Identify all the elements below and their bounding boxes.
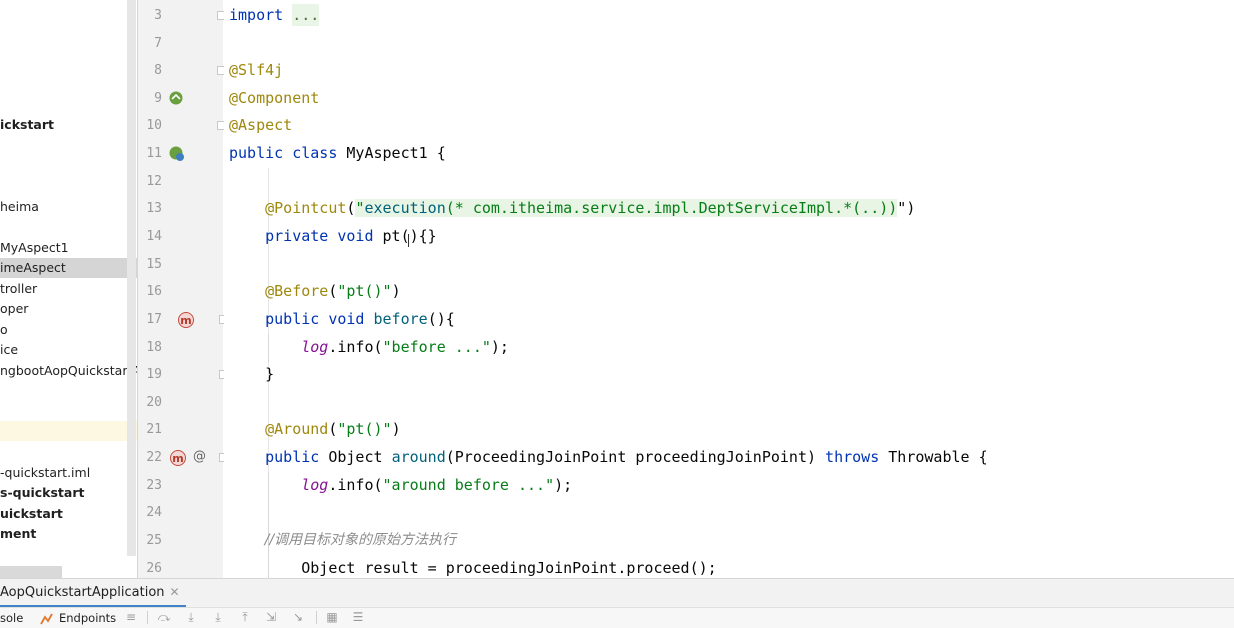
code-line-26: Object result = proceedingJoinPoint.proc… [229, 559, 717, 577]
line-number: 8 [154, 63, 162, 78]
evaluate-icon[interactable]: ↘ [291, 610, 305, 624]
line-number: 21 [146, 422, 162, 437]
code-line-11: public class MyAspect1 { [229, 144, 446, 162]
run-toolbar: sole Endpoints ≡ ⤼ ⤓ ⤓ ⤒ ⇲ ↘ ▦ ☰ [0, 607, 1234, 628]
show-execution-point-icon[interactable]: ⤼ [157, 610, 171, 624]
line-number: 22 [146, 450, 162, 465]
method-icon[interactable]: m [169, 449, 187, 467]
tree-item-module-c[interactable]: ment [0, 524, 36, 544]
tree-item-application[interactable]: ngbootAopQuickstartA [0, 361, 137, 381]
line-number: 17 [146, 312, 162, 327]
code-line-9: @Component [229, 89, 320, 107]
endpoints-tab[interactable]: Endpoints [59, 611, 116, 625]
at-sign-icon[interactable]: @ [193, 449, 206, 464]
run-tab-label: AopQuickstartApplication [0, 585, 165, 600]
tree-item-mapper[interactable]: oper [0, 299, 28, 319]
method-icon[interactable]: m [177, 311, 195, 329]
line-number: 25 [146, 533, 162, 548]
run-tab-bar: AopQuickstartApplication ✕ [0, 578, 1234, 608]
code-line-3: import ... [229, 4, 320, 26]
tree-item-myaspect1[interactable]: MyAspect1 [0, 238, 69, 258]
line-number: 18 [146, 340, 162, 355]
code-line-10: @Aspect [229, 116, 293, 134]
tree-item-pojo[interactable]: o [0, 320, 8, 340]
settings-icon[interactable]: ☰ [351, 610, 365, 624]
text-cursor [408, 234, 409, 247]
line-number: 24 [146, 505, 162, 520]
code-line-17: public void before(){ [265, 310, 455, 328]
code-line-23: log.info("around before ..."); [301, 476, 573, 494]
tree-item-module-b[interactable]: uickstart [0, 504, 63, 524]
run-to-cursor-icon[interactable]: ⇲ [264, 610, 278, 624]
code-line-25: //调用目标对象的原始方法执行 [229, 532, 457, 548]
line-number: 16 [146, 284, 162, 299]
tree-highlight-row [0, 421, 137, 441]
line-number: 11 [146, 146, 162, 161]
svg-text:m: m [180, 314, 191, 327]
line-number: 7 [154, 36, 162, 51]
code-line-8: @Slf4j [229, 61, 284, 79]
tree-item-quickstart[interactable]: ickstart [0, 115, 54, 135]
table-icon[interactable]: ▦ [325, 610, 339, 624]
line-number: 15 [146, 257, 162, 272]
code-line-21: @Around("pt()") [265, 420, 401, 438]
endpoints-icon [40, 613, 53, 625]
spring-aspect-icon[interactable] [168, 145, 185, 162]
step-over-icon[interactable]: ⤓ [184, 610, 198, 624]
menu-icon[interactable]: ≡ [124, 610, 138, 624]
tree-item-module-a[interactable]: s-quickstart [0, 483, 84, 503]
line-number: 19 [146, 367, 162, 382]
code-line-19: } [229, 365, 275, 383]
svg-text:m: m [172, 452, 183, 465]
toolbar-divider [147, 611, 148, 624]
run-tab[interactable]: AopQuickstartApplication ✕ [0, 579, 186, 608]
code-line-18: log.info("before ..."); [301, 338, 509, 356]
line-number: 23 [146, 478, 162, 493]
tree-item-controller[interactable]: troller [0, 279, 37, 299]
code-line-13: @Pointcut("execution(* com.itheima.servi… [265, 199, 916, 217]
tree-item-itheima[interactable]: heima [0, 197, 39, 217]
toolbar-divider [316, 611, 317, 624]
line-number: 9 [154, 91, 162, 106]
code-line-16: @Before("pt()") [265, 282, 401, 300]
spring-bean-icon[interactable] [168, 90, 184, 106]
tree-vertical-scrollbar[interactable] [127, 0, 136, 556]
close-icon[interactable]: ✕ [170, 585, 180, 599]
step-out-icon[interactable]: ⤒ [238, 610, 252, 624]
line-number: 13 [146, 201, 162, 216]
line-number: 3 [154, 8, 162, 23]
step-into-icon[interactable]: ⤓ [211, 610, 225, 624]
editor-gutter: 3 7 8 9 10 11 12 13 14 15 16 17 18 19 20… [138, 0, 228, 578]
tree-item-service[interactable]: ice [0, 340, 18, 360]
code-editor[interactable]: import ... @Slf4j @Component @Aspect pub… [224, 0, 1234, 578]
line-number: 10 [146, 118, 162, 133]
code-line-22: public Object around(ProceedingJoinPoint… [265, 448, 988, 466]
line-number: 14 [146, 229, 162, 244]
console-tab[interactable]: sole [0, 611, 23, 625]
project-tree-panel: ickstart heima MyAspect1 imeAspect troll… [0, 0, 138, 578]
tree-item-iml[interactable]: -quickstart.iml [0, 463, 90, 483]
line-number: 12 [146, 174, 162, 189]
tree-horizontal-scrollbar[interactable] [0, 566, 62, 578]
code-line-14: private void pt(){} [265, 227, 437, 245]
line-number: 20 [146, 395, 162, 410]
tree-item-timeaspect[interactable]: imeAspect [0, 258, 137, 278]
